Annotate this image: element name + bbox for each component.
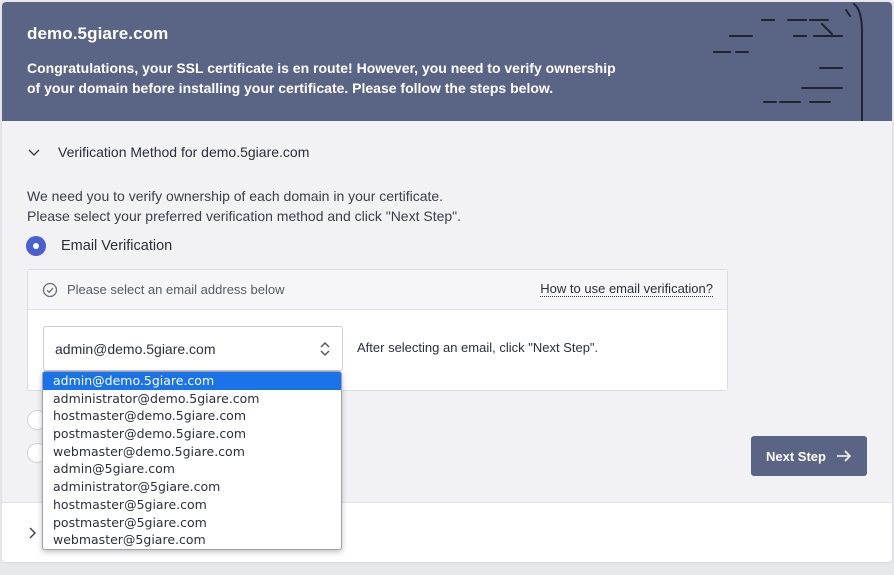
email-verification-option[interactable]: Email Verification (26, 236, 172, 256)
dropdown-option[interactable]: administrator@demo.5giare.com (43, 390, 341, 408)
banner-domain: demo.5giare.com (27, 24, 169, 43)
dropdown-option[interactable]: webmaster@demo.5giare.com (43, 443, 341, 461)
after-select-hint: After selecting an email, click "Next St… (357, 340, 599, 355)
check-circle-icon (42, 282, 58, 297)
next-step-button[interactable]: Next Step (751, 436, 867, 476)
banner-message-line2: of your domain before installing your ce… (27, 80, 554, 96)
section-title: Verification Method for demo.5giare.com (58, 144, 310, 160)
dropdown-option[interactable]: postmaster@5giare.com (43, 514, 341, 532)
section-header[interactable]: Verification Method for demo.5giare.com (26, 142, 309, 162)
next-step-label: Next Step (766, 448, 826, 464)
chevron-down-icon[interactable] (26, 144, 42, 160)
email-select[interactable]: admin@demo.5giare.com (43, 326, 343, 371)
chevron-right-icon[interactable] (24, 525, 40, 541)
intro-text: We need you to verify ownership of each … (27, 186, 461, 226)
banner-message-line1: Congratulations, your SSL certificate is… (27, 60, 616, 76)
intro-line1: We need you to verify ownership of each … (27, 188, 444, 204)
dropdown-option[interactable]: hostmaster@5giare.com (43, 496, 341, 514)
banner: demo.5giare.com Congratulations, your SS… (2, 2, 892, 121)
email-dropdown-list[interactable]: admin@demo.5giare.com administrator@demo.… (42, 371, 342, 550)
email-panel-header-text: Please select an email address below (67, 282, 285, 297)
dropdown-option[interactable]: hostmaster@demo.5giare.com (43, 407, 341, 425)
arrow-right-icon (836, 450, 852, 462)
email-verification-help-link[interactable]: How to use email verification? (540, 281, 713, 297)
dropdown-option[interactable]: postmaster@demo.5giare.com (43, 425, 341, 443)
intro-line2: Please select your preferred verificatio… (27, 208, 462, 224)
email-verification-radio[interactable] (26, 236, 46, 256)
banner-message: Congratulations, your SSL certificate is… (27, 58, 667, 98)
updown-arrows-icon (320, 342, 330, 356)
email-panel-header: Please select an email address below How… (28, 270, 727, 310)
dropdown-option[interactable]: admin@5giare.com (43, 460, 341, 478)
dropdown-option[interactable]: admin@demo.5giare.com (43, 372, 341, 390)
dropdown-option[interactable]: webmaster@5giare.com (43, 531, 341, 549)
email-verification-label[interactable]: Email Verification (61, 238, 172, 254)
email-select-value: admin@demo.5giare.com (55, 340, 216, 357)
decorative-lines-art (713, 3, 863, 121)
dropdown-option[interactable]: administrator@5giare.com (43, 478, 341, 496)
